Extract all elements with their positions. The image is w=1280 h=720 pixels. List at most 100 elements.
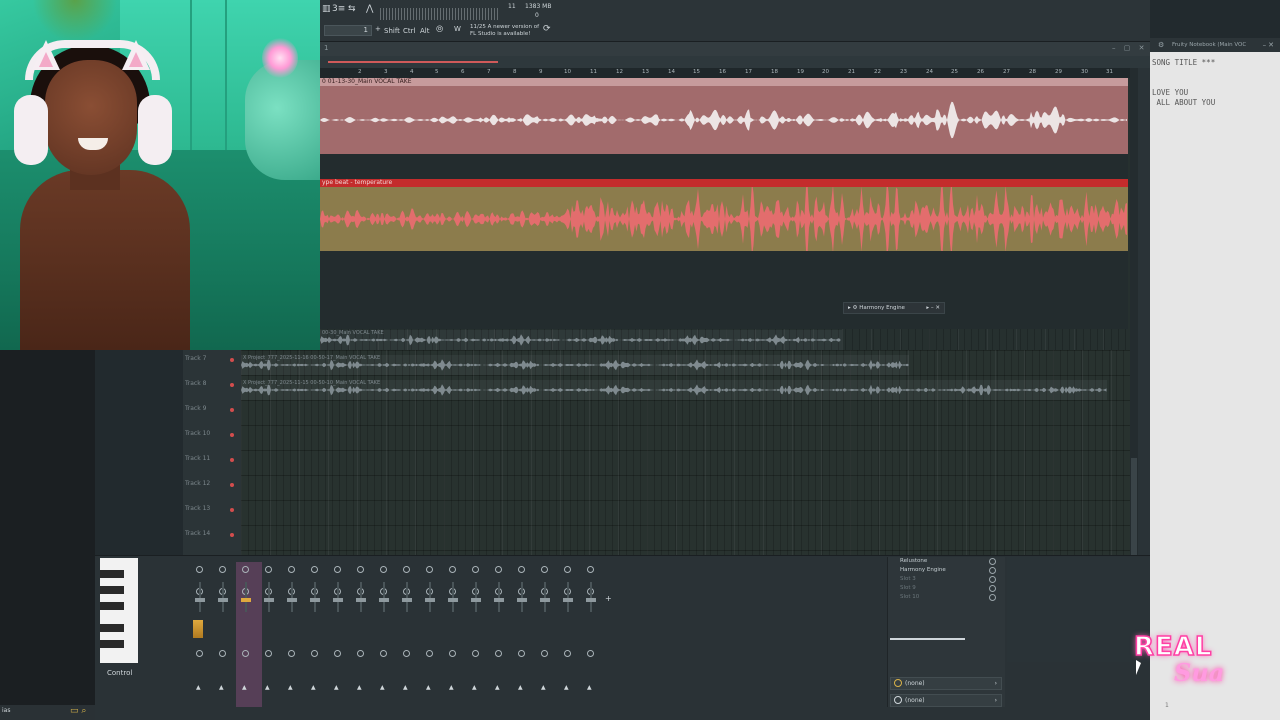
pan-knob[interactable] — [288, 566, 295, 573]
harmony-engine-window[interactable]: ▸ ⚙ Harmony Engine ▸ – ✕ — [843, 302, 945, 314]
track-header[interactable]: Track 13 — [185, 500, 239, 524]
track-header[interactable]: Track 10 — [185, 425, 239, 449]
pan-knob[interactable] — [380, 566, 387, 573]
pan-knob[interactable] — [196, 650, 203, 657]
volume-fader[interactable] — [429, 582, 431, 612]
pan-knob[interactable] — [403, 650, 410, 657]
track-header[interactable]: Track 11 — [185, 450, 239, 474]
pan-knob[interactable] — [380, 650, 387, 657]
slot-toggle-icon[interactable] — [989, 558, 996, 565]
mixer-strip[interactable]: ▲ — [489, 562, 509, 702]
slot-toggle-icon[interactable] — [989, 585, 996, 592]
record-dot-icon[interactable] — [230, 408, 234, 412]
mixer-strip[interactable]: ▲ — [512, 562, 532, 702]
volume-fader[interactable] — [406, 582, 408, 612]
route-out-select[interactable]: (none) › — [890, 694, 1002, 707]
fx-slot[interactable]: Slot 10 — [894, 593, 1002, 602]
volume-fader[interactable] — [452, 582, 454, 612]
route-arrow-icon[interactable]: ▲ — [495, 684, 500, 691]
slot-toggle-icon[interactable] — [989, 576, 996, 583]
mixer-strip[interactable]: ▲ — [397, 562, 417, 702]
track-header[interactable]: Track 7 — [185, 350, 239, 374]
mixer-strip[interactable]: ▲ — [443, 562, 463, 702]
route-arrow-icon[interactable]: ▲ — [472, 684, 477, 691]
pan-knob[interactable] — [472, 566, 479, 573]
mixer-strip[interactable]: ▲ — [236, 562, 256, 702]
mixer-strip[interactable]: ▲ — [374, 562, 394, 702]
route-arrow-icon[interactable]: ▲ — [587, 684, 592, 691]
route-arrow-icon[interactable]: ▲ — [403, 684, 408, 691]
route-arrow-icon[interactable]: ▲ — [265, 684, 270, 691]
fx-slot[interactable]: Relustone — [894, 557, 1002, 566]
window-buttons[interactable]: –✕ — [1263, 38, 1276, 52]
black-key[interactable] — [100, 624, 124, 632]
mixer-strip[interactable]: ▲ — [305, 562, 325, 702]
route-arrow-icon[interactable]: ▲ — [288, 684, 293, 691]
mixer-strip[interactable]: ▲ — [466, 562, 486, 702]
fader-cap[interactable] — [241, 598, 251, 602]
timeline-ruler[interactable]: 2 3 4 5 6 7 8 9 10 11 12 13 14 15 16 17 18 19 20 21 22 23 24 25… — [320, 68, 1130, 78]
pan-knob[interactable] — [357, 566, 364, 573]
update-notice[interactable]: 11/25 A newer version of FL Studio is av… — [470, 24, 540, 38]
fx-slot[interactable]: Slot 3 — [894, 575, 1002, 584]
fader-cap[interactable] — [264, 598, 274, 602]
fader-cap[interactable] — [448, 598, 458, 602]
fx-slot[interactable]: Harmony Engine — [894, 566, 1002, 575]
fader-cap[interactable] — [540, 598, 550, 602]
ghost-clip[interactable]: X Project_777_2025-11-15 00-50-10_Main V… — [241, 380, 1107, 400]
piano-keys[interactable] — [100, 558, 138, 663]
pan-knob[interactable] — [219, 650, 226, 657]
volume-fader[interactable] — [567, 582, 569, 612]
plus-icon[interactable]: + — [375, 25, 381, 33]
route-arrow-icon[interactable]: ▲ — [334, 684, 339, 691]
volume-fader[interactable] — [475, 582, 477, 612]
notebook-text[interactable]: SONG TITLE *** LOVE YOU ALL ABOUT YOU — [1152, 58, 1278, 108]
pan-knob[interactable] — [426, 650, 433, 657]
pan-knob[interactable] — [242, 650, 249, 657]
pan-knob[interactable] — [403, 566, 410, 573]
volume-fader[interactable] — [268, 582, 270, 612]
pan-knob[interactable] — [541, 566, 548, 573]
wait-icon[interactable]: W — [454, 25, 461, 33]
plugin-arrow-icon[interactable]: ▸ ⚙ — [848, 305, 859, 311]
volume-fader[interactable] — [314, 582, 316, 612]
pan-knob[interactable] — [587, 650, 594, 657]
volume-fader[interactable] — [590, 582, 592, 612]
track-header[interactable]: Track 14 — [185, 525, 239, 549]
pattern-field[interactable]: 1 — [324, 25, 372, 36]
mixer-strip[interactable]: ▲ — [259, 562, 279, 702]
pan-knob[interactable] — [518, 566, 525, 573]
track-header[interactable]: Track 9 — [185, 400, 239, 424]
mixer-strip[interactable]: ▲ — [420, 562, 440, 702]
volume-fader[interactable] — [199, 582, 201, 612]
update-icon[interactable]: ⟳ — [543, 24, 551, 34]
pan-knob[interactable] — [495, 566, 502, 573]
volume-fader[interactable] — [222, 582, 224, 612]
overview-scrollbar[interactable] — [328, 61, 498, 63]
pan-knob[interactable] — [495, 650, 502, 657]
ghost-clip[interactable]: 00-30_Main VOCAL TAKE — [320, 330, 842, 350]
playlist-vertical-scrollbar[interactable] — [1130, 68, 1138, 558]
volume-fader[interactable] — [544, 582, 546, 612]
fader-cap[interactable] — [310, 598, 320, 602]
fader-cap[interactable] — [195, 598, 205, 602]
mixer-strip[interactable]: ▲ — [282, 562, 302, 702]
mixer-strip[interactable]: ▲ — [328, 562, 348, 702]
fader-cap[interactable] — [402, 598, 412, 602]
record-dot-icon[interactable] — [230, 458, 234, 462]
pan-knob[interactable] — [357, 650, 364, 657]
volume-fader[interactable] — [291, 582, 293, 612]
pan-knob[interactable] — [518, 650, 525, 657]
black-key[interactable] — [100, 640, 124, 648]
record-dot-icon[interactable] — [230, 508, 234, 512]
fader-cap[interactable] — [287, 598, 297, 602]
route-arrow-icon[interactable]: ▲ — [196, 684, 201, 691]
pan-knob[interactable] — [472, 650, 479, 657]
pan-knob[interactable] — [265, 650, 272, 657]
ghost-clip[interactable]: X Project_777_2025-11-16 00-50-17_Main V… — [241, 355, 909, 375]
route-arrow-icon[interactable]: ▲ — [311, 684, 316, 691]
slot-toggle-icon[interactable] — [989, 594, 996, 601]
piano-roll-icon[interactable]: ▥ — [322, 4, 331, 14]
route-arrow-icon[interactable]: ▲ — [380, 684, 385, 691]
typing-keyboard-icon[interactable]: ⦾ — [436, 25, 443, 35]
